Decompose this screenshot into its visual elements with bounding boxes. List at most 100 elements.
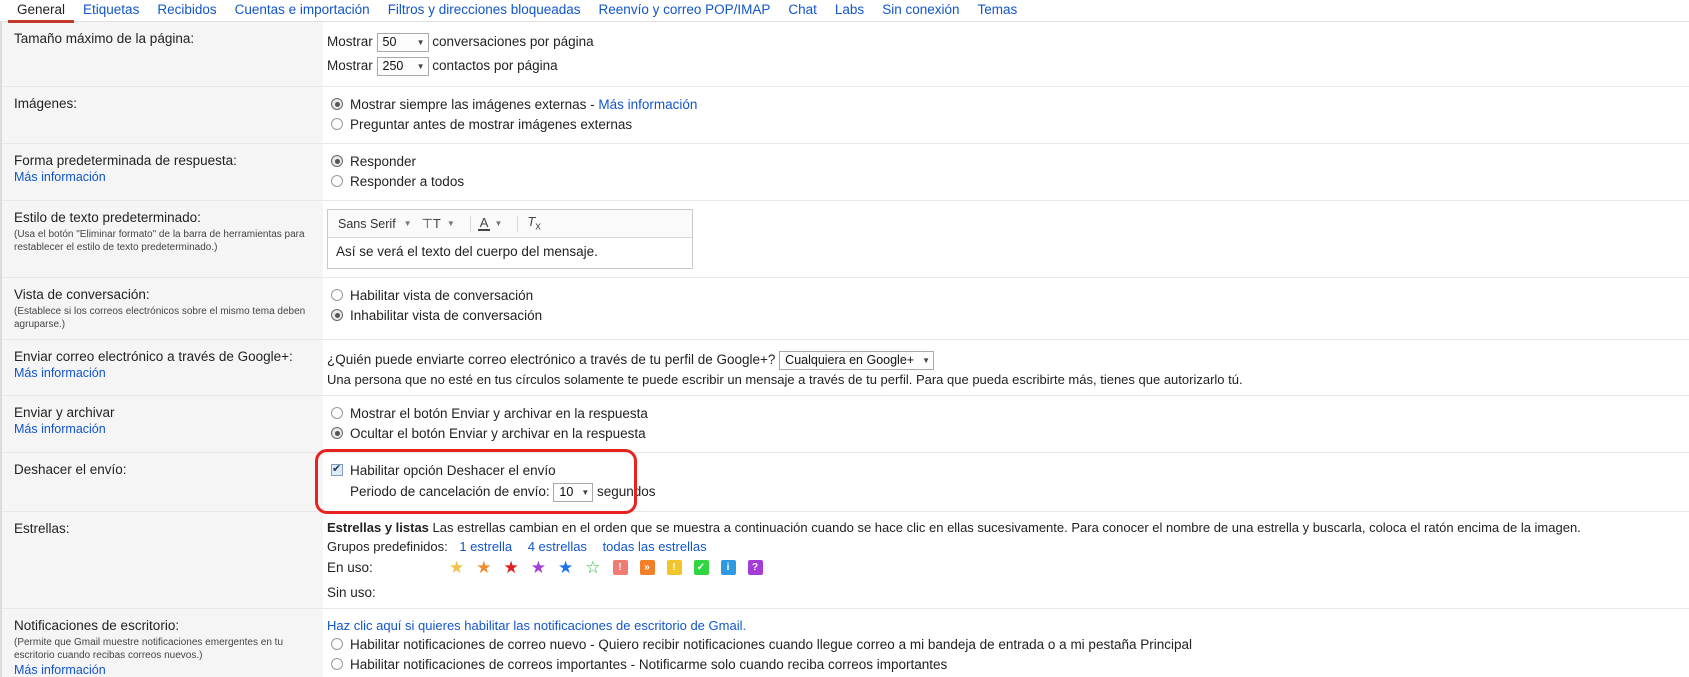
stars-group-4-stars[interactable]: 4 estrellas [528, 539, 587, 554]
conversations-per-page-line: Mostrar 50 ▼ conversaciones por página [327, 30, 1679, 54]
tab-cuentas-importacion[interactable]: Cuentas e importación [226, 2, 379, 21]
images-label: Imágenes: [14, 96, 78, 111]
tab-filtros-direcciones-bloqueadas[interactable]: Filtros y direcciones bloqueadas [379, 2, 590, 21]
images-dash: - [590, 97, 595, 112]
conversations-per-page-value: 50 [382, 34, 397, 49]
send-archive-option-show[interactable]: Mostrar el botón Enviar y archivar en la… [327, 404, 1679, 423]
star-blue-icon[interactable]: ★ [558, 559, 573, 576]
conversation-view-label: Vista de conversación: [14, 287, 150, 302]
chevron-down-icon[interactable]: ▼ [447, 219, 455, 228]
badge-blue-info-icon[interactable]: i [720, 560, 736, 575]
row-images: Imágenes: Mostrar siempre las imágenes e… [0, 86, 1689, 144]
tab-chat[interactable]: Chat [779, 2, 826, 21]
notifications-new-mail-desc: - Quiero recibir notificaciones cuando l… [590, 637, 1193, 652]
stars-intro: Estrellas y listas Las estrellas cambian… [327, 520, 1679, 535]
badge-purple-question-icon[interactable]: ? [747, 560, 763, 575]
star-orange-icon[interactable]: ★ [476, 559, 491, 576]
reply-more-info-link[interactable]: Más información [14, 169, 315, 185]
notifications-enable-link[interactable]: Haz clic aquí si quieres habilitar las n… [327, 618, 746, 633]
editor-toolbar: Sans Serif ▼ ⊤T ▼ A ▼ Tx [328, 210, 692, 238]
send-archive-show-label: Mostrar el botón Enviar y archivar en la… [350, 406, 648, 421]
remove-formatting-icon[interactable]: Tx [525, 214, 542, 233]
google-plus-description: Una persona que no esté en tus círculos … [327, 372, 1243, 387]
notifications-option-new-mail[interactable]: Habilitar notificaciones de correo nuevo… [327, 635, 1679, 654]
radio-reply-all[interactable] [331, 175, 343, 187]
star-green-icon[interactable]: ☆ [585, 559, 600, 576]
star-red-icon[interactable]: ★ [504, 559, 519, 576]
send-archive-option-hide[interactable]: Ocultar el botón Enviar y archivar en la… [327, 424, 1679, 443]
send-archive-more-info-link[interactable]: Más información [14, 421, 315, 437]
google-plus-label-cell: Enviar correo electrónico a través de Go… [0, 339, 323, 396]
row-stars: Estrellas: Estrellas y listas Las estrel… [0, 511, 1689, 609]
star-yellow-icon[interactable]: ★ [449, 559, 464, 576]
google-plus-audience-select[interactable]: Cualquiera en Google+ ▼ [779, 350, 935, 370]
tab-etiquetas[interactable]: Etiquetas [74, 2, 148, 21]
notifications-option-important[interactable]: Habilitar notificaciones de correos impo… [327, 655, 1679, 674]
images-label-cell: Imágenes: [0, 86, 323, 144]
google-plus-more-info-link[interactable]: Más información [14, 365, 315, 381]
radio-notifications-important[interactable] [331, 658, 343, 670]
tab-sin-conexion[interactable]: Sin conexión [873, 2, 968, 21]
conversation-view-label-cell: Vista de conversación: (Establece si los… [0, 277, 323, 340]
conversation-view-disable[interactable]: Inhabilitar vista de conversación [327, 306, 1679, 325]
page-size-label-cell: Tamaño máximo de la página: [0, 22, 323, 87]
font-family-selector[interactable]: Sans Serif [334, 217, 400, 231]
reply-label-cell: Forma predeterminada de respuesta: Más i… [0, 143, 323, 201]
reply-controls: Responder Responder a todos [323, 143, 1689, 201]
radio-send-archive-hide[interactable] [331, 427, 343, 439]
tab-general[interactable]: General [8, 2, 75, 23]
chevron-down-icon: ▼ [416, 37, 425, 47]
row-send-and-archive: Enviar y archivar Más información Mostra… [0, 395, 1689, 453]
chevron-down-icon[interactable]: ▼ [494, 219, 502, 228]
undo-send-period-row: Periodo de cancelación de envío: 10 ▼ se… [327, 481, 1679, 503]
images-more-info-link[interactable]: Más información [598, 97, 697, 112]
undo-send-checkbox-row[interactable]: Habilitar opción Deshacer el envío [327, 461, 1679, 480]
undo-send-period-select[interactable]: 10 ▼ [553, 482, 594, 502]
chevron-down-icon[interactable]: ▼ [404, 219, 412, 228]
conversations-per-page-suffix: conversaciones por página [432, 34, 594, 49]
reply-option-reply[interactable]: Responder [327, 152, 1679, 171]
tab-labs[interactable]: Labs [826, 2, 873, 21]
radio-notifications-new-mail[interactable] [331, 638, 343, 650]
text-style-note: (Usa el botón "Eliminar formato" de la b… [14, 229, 305, 253]
default-text-style-editor: Sans Serif ▼ ⊤T ▼ A ▼ Tx Así se verá el … [327, 209, 693, 269]
tab-reenvio-pop-imap[interactable]: Reenvío y correo POP/IMAP [590, 2, 780, 21]
chevron-down-icon: ▼ [922, 355, 931, 365]
conversation-view-note: (Establece si los correos electrónicos s… [14, 306, 306, 330]
show-word-contacts: Mostrar [327, 58, 373, 73]
stars-group-all-stars[interactable]: todas las estrellas [603, 539, 707, 554]
images-option-ask[interactable]: Preguntar antes de mostrar imágenes exte… [327, 115, 1679, 134]
stars-group-1-star[interactable]: 1 estrella [459, 539, 512, 554]
radio-images-always[interactable] [331, 98, 343, 110]
badge-yellow-bang-icon[interactable]: ! [666, 560, 682, 575]
reply-all-label-text: Responder a todos [350, 174, 465, 189]
undo-send-period-label: Periodo de cancelación de envío: [350, 484, 550, 499]
conversation-view-enable[interactable]: Habilitar vista de conversación [327, 286, 1679, 305]
undo-send-label: Deshacer el envío: [14, 462, 127, 477]
radio-conversation-disable[interactable] [331, 309, 343, 321]
reply-option-reply-all[interactable]: Responder a todos [327, 172, 1679, 191]
undo-send-period-suffix: segundos [597, 484, 656, 499]
text-color-icon[interactable]: A [477, 216, 491, 231]
text-style-label: Estilo de texto predeterminado: [14, 210, 201, 225]
contacts-per-page-select[interactable]: 250 ▼ [376, 56, 429, 76]
undo-send-period-value: 10 [559, 484, 574, 499]
star-purple-icon[interactable]: ★ [531, 559, 546, 576]
reply-label-text: Responder [350, 154, 417, 169]
radio-send-archive-show[interactable] [331, 407, 343, 419]
images-option-always[interactable]: Mostrar siempre las imágenes externas - … [327, 95, 1679, 114]
images-always-text: Mostrar siempre las imágenes externas - … [350, 95, 697, 114]
stars-not-in-use-label: Sin uso: [327, 585, 376, 600]
radio-images-ask[interactable] [331, 118, 343, 130]
text-size-icon[interactable]: ⊤T [420, 216, 443, 232]
radio-reply[interactable] [331, 155, 343, 167]
checkbox-undo-send[interactable] [331, 462, 343, 476]
badge-green-check-icon[interactable]: ✓ [693, 560, 709, 575]
tab-temas[interactable]: Temas [969, 2, 1027, 21]
badge-orange-guillemet-icon[interactable]: » [639, 560, 655, 575]
notifications-more-info-link[interactable]: Más información [14, 662, 315, 677]
badge-red-bang-icon[interactable]: ! [612, 560, 628, 575]
tab-recibidos[interactable]: Recibidos [148, 2, 225, 21]
conversations-per-page-select[interactable]: 50 ▼ [376, 32, 429, 52]
radio-conversation-enable[interactable] [331, 289, 343, 301]
